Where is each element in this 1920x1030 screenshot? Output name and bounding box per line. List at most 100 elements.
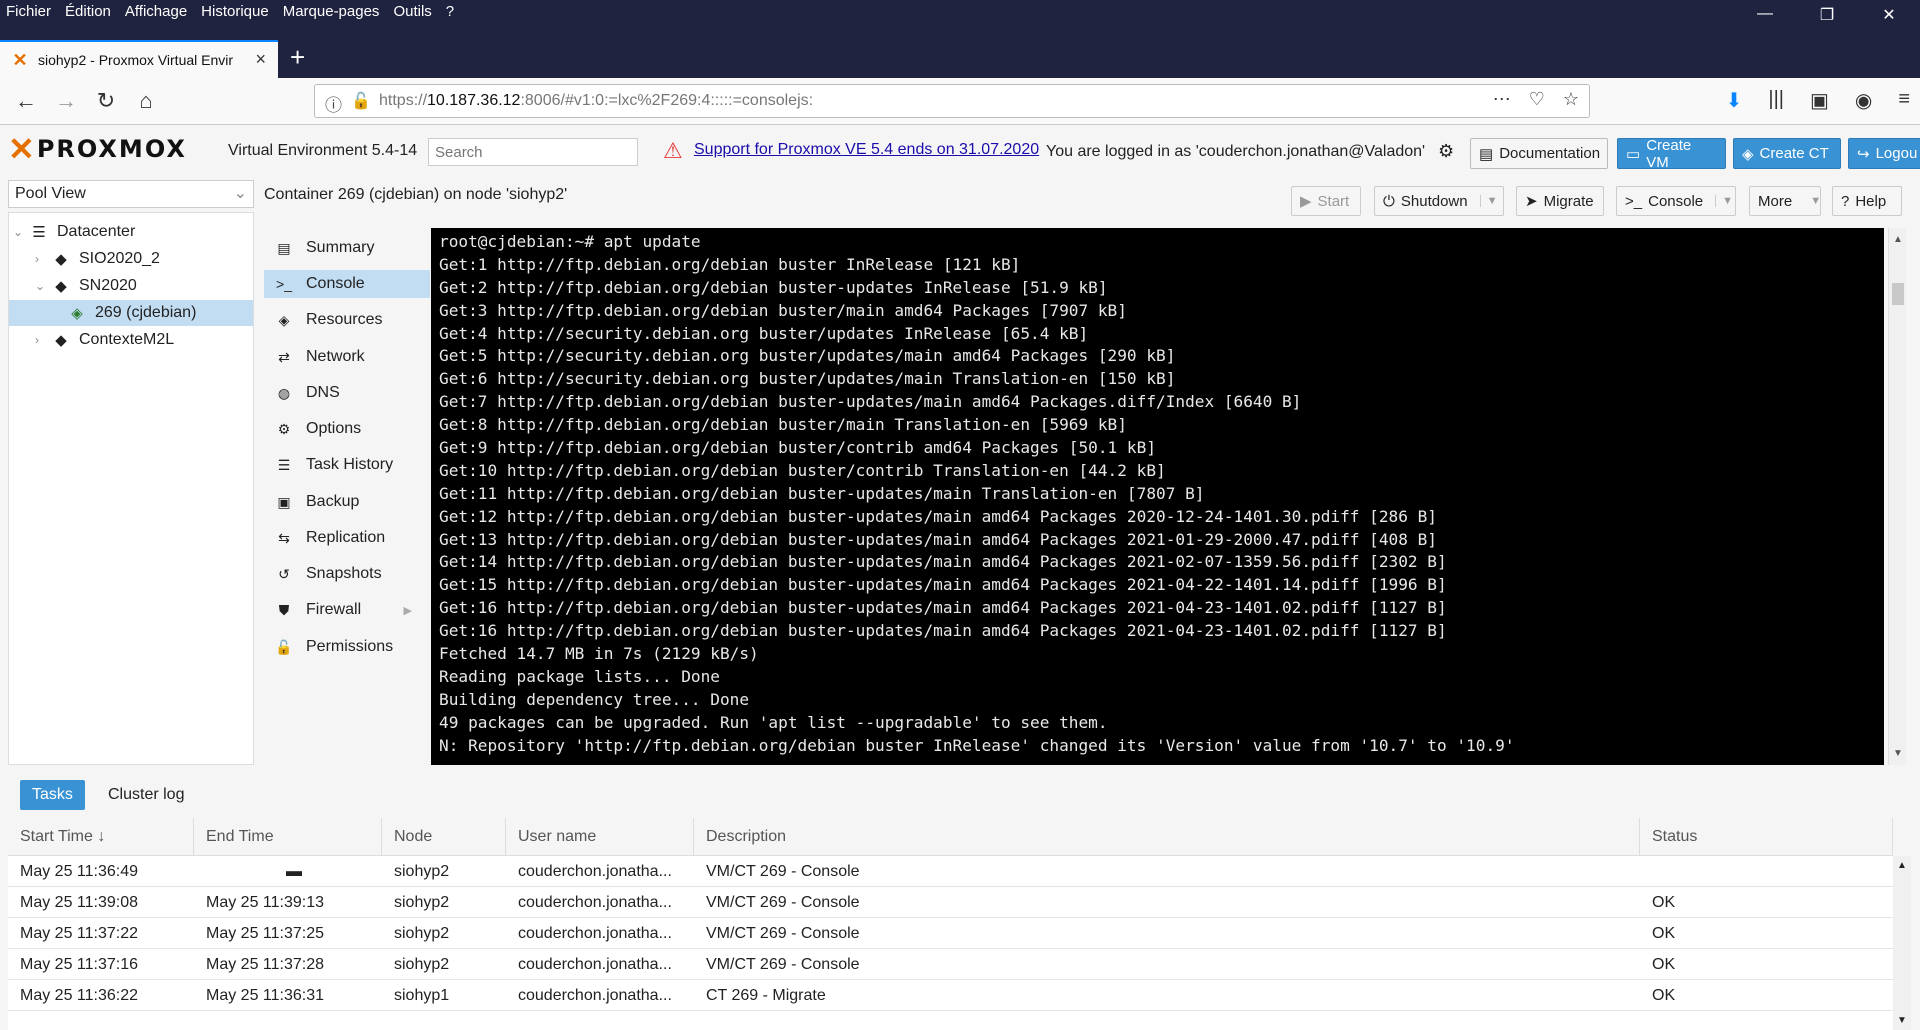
console-scrollbar[interactable]: ▲ ▼ [1888,228,1906,765]
pocket-icon[interactable]: ♡ [1529,89,1545,110]
tree-item-contextem2l[interactable]: › ◆ ContexteM2L [9,327,253,353]
menu-outils[interactable]: Outils [393,3,431,20]
nav-firewall[interactable]: ⛊ Firewall ▶ [264,596,430,624]
url-bar[interactable]: ⓘ 🔓 https://10.187.36.12:8006/#v1:0:=lxc… [314,84,1590,118]
collapse-icon[interactable]: ⌄ [35,279,49,293]
nav-snapshots[interactable]: ↺ Snapshots [264,560,430,588]
table-row[interactable]: May 25 11:39:08 May 25 11:39:13 siohyp2 cou… [8,887,1893,918]
menu-help[interactable]: ? [446,3,454,20]
help-button[interactable]: ? Help [1832,186,1902,216]
menu-hamburger-icon[interactable]: ≡ [1898,88,1910,113]
tasks-scrollbar[interactable]: ▲ ▼ [1893,856,1911,1030]
migrate-button[interactable]: ➤ Migrate [1516,186,1604,216]
table-cell: VM/CT 269 - Console [706,863,860,880]
more-button[interactable]: More ▼ [1749,186,1821,216]
restore-icon[interactable]: ❐ [1796,5,1858,25]
chevron-down-icon[interactable]: ▼ [1715,195,1733,207]
nav-task-history[interactable]: ☰ Task History [264,451,430,479]
menu-historique[interactable]: Historique [201,3,269,20]
column-node[interactable]: Node [382,818,506,856]
nav-backup[interactable]: ▣ Backup [264,488,430,516]
nav-permissions[interactable]: 🔓 Permissions [264,633,430,661]
tab-tasks[interactable]: Tasks [20,780,85,810]
browser-navbar: ← → ↻ ⌂ ⓘ 🔓 https://10.187.36.12:8006/#v… [0,78,1920,125]
menu-affichage[interactable]: Affichage [125,3,187,20]
scroll-up-icon[interactable]: ▲ [1893,234,1903,245]
gear-icon: ⚙ [277,420,291,437]
reload-icon[interactable]: ↻ [90,85,122,117]
start-button[interactable]: ▶ Start [1291,186,1361,216]
nav-options[interactable]: ⚙ Options [264,415,430,443]
table-row[interactable]: May 25 11:37:16 May 25 11:37:28 siohyp2 cou… [8,949,1893,980]
tree-item-269-cjdebian[interactable]: ◈ 269 (cjdebian) [9,300,253,326]
terminal-line: Get:4 http://security.debian.org buster/… [439,323,1089,343]
nav-console[interactable]: >_ Console [264,270,430,298]
sidebar-icon[interactable]: ▣ [1810,88,1829,113]
table-cell: May 25 11:36:31 [206,987,325,1004]
gear-icon[interactable]: ⚙ [1438,141,1454,162]
nav-dns[interactable]: ◍ DNS [264,379,430,407]
scroll-down-icon[interactable]: ▼ [1893,748,1903,759]
nav-summary[interactable]: ▤ Summary [264,234,430,262]
info-icon[interactable]: ⓘ [325,91,342,116]
scrollbar-thumb[interactable] [1892,283,1904,305]
column-description[interactable]: Description [694,818,1640,856]
column-status[interactable]: Status [1640,818,1893,856]
tree-item-sn2020[interactable]: ⌄ ◆ SN2020 [9,273,253,299]
close-window-icon[interactable]: ✕ [1858,5,1920,25]
tree-item-datacenter[interactable]: ⌄ ☰ Datacenter [9,219,253,245]
url-text[interactable]: https://10.187.36.12:8006/#v1:0:=lxc%2F2… [379,92,813,110]
logout-button[interactable]: ↪ Logou [1848,138,1920,169]
container-running-icon: ◈ [71,305,83,322]
console-button[interactable]: >_ Console ▼ [1616,186,1736,216]
tab-cluster-log[interactable]: Cluster log [96,780,196,810]
documentation-button[interactable]: ▤ Documentation [1470,138,1608,169]
scroll-down-icon[interactable]: ▼ [1897,1015,1907,1026]
support-link[interactable]: Support for Proxmox VE 5.4 ends on 31.07… [694,141,1039,159]
minimize-icon[interactable]: — [1734,5,1796,25]
table-row[interactable]: May 25 11:37:22 May 25 11:37:25 siohyp2 cou… [8,918,1893,949]
menu-edition[interactable]: Édition [65,3,111,20]
view-selector[interactable]: Pool View ⌄ [8,180,254,208]
console-terminal[interactable]: root@cjdebian:~# apt update Get:1 http://… [431,228,1884,765]
create-vm-button[interactable]: ▭ Create VM [1617,137,1726,171]
new-tab-icon[interactable]: + [290,42,305,73]
nav-network[interactable]: ⇄ Network [264,343,430,371]
collapse-icon[interactable]: ⌄ [13,225,27,239]
url-actions: ⋯ ♡ ☆ [1493,89,1579,110]
page-actions-icon[interactable]: ⋯ [1493,89,1511,110]
insecure-lock-icon[interactable]: 🔓 [351,91,371,111]
menu-fichier[interactable]: Fichier [6,3,51,20]
close-tab-icon[interactable]: × [255,49,266,70]
column-user-name[interactable]: User name [506,818,694,856]
search-input[interactable] [428,138,638,166]
create-ct-button[interactable]: ◈ Create CT [1733,138,1841,169]
table-row[interactable]: May 25 11:36:49 ▬ siohyp2 couderchon.jonath… [8,856,1893,887]
tag-icon: ◆ [55,332,67,349]
tree-item-sio2020-2[interactable]: › ◆ SIO2020_2 [9,246,253,272]
library-icon[interactable]: ||| [1768,88,1784,113]
account-icon[interactable]: ◉ [1855,88,1872,113]
forward-icon[interactable]: → [50,85,82,117]
back-icon[interactable]: ← [10,85,42,117]
table-cell: OK [1652,987,1676,1004]
table-row[interactable]: May 25 11:36:22 May 25 11:36:31 siohyp1 cou… [8,980,1893,1011]
bookmark-star-icon[interactable]: ☆ [1563,89,1579,110]
browser-tab[interactable]: ✕ siohyp2 - Proxmox Virtual Envir × [0,40,278,78]
menu-marque-pages[interactable]: Marque-pages [283,3,380,20]
expand-icon[interactable]: › [35,252,49,266]
nav-resources[interactable]: ◈ Resources [264,306,430,334]
cube-icon: ◈ [1742,145,1754,163]
nav-replication[interactable]: ⇆ Replication [264,524,430,552]
downloads-icon[interactable]: ⬇ [1726,88,1743,113]
browser-menubar: Fichier Édition Affichage Historique Mar… [6,3,468,20]
column-end-time[interactable]: End Time [194,818,382,856]
chevron-down-icon[interactable]: ▼ [1479,195,1497,207]
shutdown-button[interactable]: ⏻ Shutdown ▼ [1374,186,1504,216]
scroll-up-icon[interactable]: ▲ [1897,860,1907,871]
terminal-line: N: Repository 'http://ftp.debian.org/deb… [439,735,1515,755]
expand-icon[interactable]: › [35,333,49,347]
column-start-time[interactable]: Start Time ↓ [8,818,194,856]
home-icon[interactable]: ⌂ [130,85,162,117]
exchange-icon: ⇄ [278,348,290,365]
